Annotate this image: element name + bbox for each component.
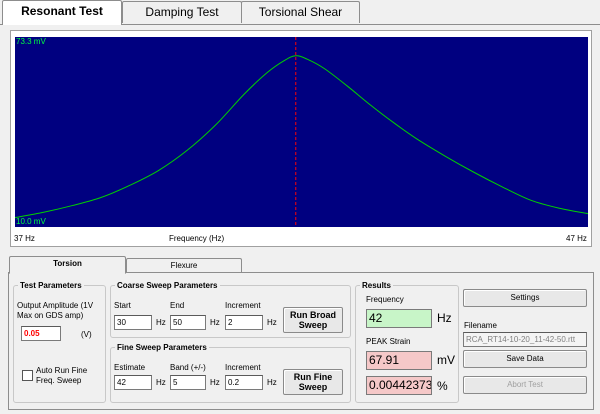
auto-run-checkbox[interactable] (22, 370, 33, 381)
fine-band-unit: Hz (210, 378, 220, 387)
x-min-label: 37 Hz (14, 234, 35, 243)
frequency-value: 42 (366, 309, 432, 328)
peak-strain-mv-unit: mV (437, 353, 455, 367)
response-curve-0 (15, 55, 588, 219)
fine-estimate-label: Estimate (114, 363, 146, 372)
peak-strain-mv-value: 67.91 (366, 351, 432, 370)
coarse-start-label: Start (114, 301, 131, 310)
x-axis-label: Frequency (Hz) (169, 234, 225, 243)
save-data-button[interactable]: Save Data (463, 350, 587, 368)
coarse-increment-unit: Hz (267, 318, 277, 327)
peak-strain-pct-value: 0.00442373 (366, 376, 432, 395)
x-max-label: 47 Hz (566, 234, 587, 243)
peak-strain-label: PEAK Strain (366, 337, 411, 346)
y-max-label: 73.3 mV (16, 37, 46, 46)
peak-strain-pct-unit: % (437, 379, 448, 393)
tab-damping-test[interactable]: Damping Test (122, 1, 242, 23)
torsion-panel: Test Parameters Output Amplitude (1V Max… (8, 272, 594, 410)
amplitude-label: Output Amplitude (1V Max on GDS amp) (17, 301, 94, 320)
coarse-increment-label: Increment (225, 301, 261, 310)
results-legend: Results (362, 281, 391, 290)
fine-increment-unit: Hz (267, 378, 277, 387)
fine-increment-input[interactable]: 0.2 (225, 375, 263, 390)
coarse-sweep-legend: Coarse Sweep Parameters (117, 281, 218, 290)
amplitude-input[interactable]: 0.05 (21, 326, 61, 341)
y-min-label: 10.0 mV (16, 217, 46, 226)
tab-torsion[interactable]: Torsion (9, 256, 126, 274)
coarse-start-unit: Hz (156, 318, 166, 327)
resonance-plot: 73.3 mV 10.0 mV (15, 37, 588, 227)
settings-button[interactable]: Settings (463, 289, 587, 307)
filename-field[interactable]: RCA_RT14-10-20_11-42-50.rtt (463, 332, 587, 347)
auto-run-label: Auto Run Fine Freq. Sweep (36, 366, 88, 385)
run-fine-sweep-button[interactable]: Run Fine Sweep (283, 369, 343, 395)
fine-band-label: Band (+/-) (170, 363, 206, 372)
tab-torsional-shear[interactable]: Torsional Shear (241, 1, 360, 23)
coarse-end-input[interactable]: 50 (170, 315, 206, 330)
fine-band-input[interactable]: 5 (170, 375, 206, 390)
frequency-label: Frequency (366, 295, 404, 304)
coarse-start-input[interactable]: 30 (114, 315, 152, 330)
fine-estimate-unit: Hz (156, 378, 166, 387)
test-parameters-legend: Test Parameters (20, 281, 82, 290)
graph-panel: 73.3 mV 10.0 mV 37 Hz Frequency (Hz) 47 … (10, 30, 592, 247)
tab-resonant-test[interactable]: Resonant Test (2, 0, 122, 25)
resonance-chart (15, 37, 588, 227)
fine-estimate-input[interactable]: 42 (114, 375, 152, 390)
amplitude-unit: (V) (81, 330, 92, 339)
coarse-increment-input[interactable]: 2 (225, 315, 263, 330)
coarse-end-unit: Hz (210, 318, 220, 327)
abort-test-button[interactable]: Abort Test (463, 376, 587, 394)
frequency-unit: Hz (437, 311, 452, 325)
tab-flexure[interactable]: Flexure (126, 258, 242, 273)
filename-label: Filename (464, 321, 497, 330)
fine-increment-label: Increment (225, 363, 261, 372)
fine-sweep-legend: Fine Sweep Parameters (117, 343, 207, 352)
run-broad-sweep-button[interactable]: Run Broad Sweep (283, 307, 343, 333)
coarse-end-label: End (170, 301, 185, 310)
